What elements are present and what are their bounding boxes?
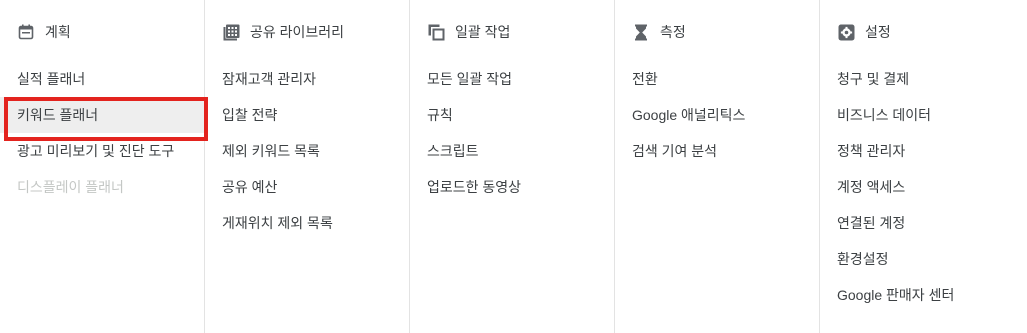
menu-item-shared-budgets[interactable]: 공유 예산	[205, 169, 409, 205]
menu-item-keyword-planner[interactable]: 키워드 플래너	[0, 97, 208, 141]
column-header-planning: 계획	[0, 20, 204, 44]
menu-item-linked-accounts[interactable]: 연결된 계정	[820, 205, 1027, 241]
gear-icon	[837, 23, 855, 41]
column-header-bulk-actions: 일괄 작업	[410, 20, 614, 44]
column-bulk-actions: 일괄 작업 모든 일괄 작업 규칙 스크립트 업로드한 동영상	[410, 0, 615, 333]
column-title: 일괄 작업	[455, 24, 511, 40]
column-settings: 설정 청구 및 결제 비즈니스 데이터 정책 관리자 계정 액세스 연결된 계정…	[820, 0, 1027, 333]
menu-item-uploaded-videos[interactable]: 업로드한 동영상	[410, 169, 614, 205]
menu-item-search-attribution[interactable]: 검색 기여 분석	[615, 133, 819, 169]
column-title: 측정	[660, 24, 686, 40]
calendar-icon	[17, 23, 35, 41]
column-title: 계획	[45, 24, 71, 40]
menu-item-rules[interactable]: 규칙	[410, 97, 614, 133]
tools-menu: 계획 실적 플래너 키워드 플래너 광고 미리보기 및 진단 도구 디스플레이 …	[0, 0, 1027, 333]
copy-stack-icon	[427, 23, 445, 41]
column-header-measurement: 측정	[615, 20, 819, 44]
column-title: 설정	[865, 24, 891, 40]
menu-item-all-bulk-actions[interactable]: 모든 일괄 작업	[410, 61, 614, 97]
menu-item-conversions[interactable]: 전환	[615, 61, 819, 97]
menu-item-business-data[interactable]: 비즈니스 데이터	[820, 97, 1027, 133]
column-shared-library: 공유 라이브러리 잠재고객 관리자 입찰 전략 제외 키워드 목록 공유 예산 …	[205, 0, 410, 333]
column-header-settings: 설정	[820, 20, 1027, 44]
menu-item-negative-keyword-lists[interactable]: 제외 키워드 목록	[205, 133, 409, 169]
menu-item-performance-planner[interactable]: 실적 플래너	[0, 61, 204, 97]
menu-item-policy-manager[interactable]: 정책 관리자	[820, 133, 1027, 169]
column-planning: 계획 실적 플래너 키워드 플래너 광고 미리보기 및 진단 도구 디스플레이 …	[0, 0, 208, 333]
hourglass-icon	[632, 23, 650, 41]
menu-item-merchant-center[interactable]: Google 판매자 센터	[820, 277, 1027, 313]
menu-item-account-access[interactable]: 계정 액세스	[820, 169, 1027, 205]
column-header-shared-library: 공유 라이브러리	[205, 20, 409, 44]
menu-item-display-planner: 디스플레이 플래너	[17, 179, 124, 195]
menu-item-audience-manager[interactable]: 잠재고객 관리자	[205, 61, 409, 97]
menu-item-billing-payments[interactable]: 청구 및 결제	[820, 61, 1027, 97]
menu-item-google-analytics[interactable]: Google 애널리틱스	[615, 97, 819, 133]
library-icon	[222, 23, 240, 41]
menu-item-bid-strategies[interactable]: 입찰 전략	[205, 97, 409, 133]
menu-item-placement-exclusion-lists[interactable]: 게재위치 제외 목록	[205, 205, 409, 241]
menu-item-scripts[interactable]: 스크립트	[410, 133, 614, 169]
menu-item-preferences[interactable]: 환경설정	[820, 241, 1027, 277]
column-title: 공유 라이브러리	[250, 24, 345, 40]
column-measurement: 측정 전환 Google 애널리틱스 검색 기여 분석	[615, 0, 820, 333]
